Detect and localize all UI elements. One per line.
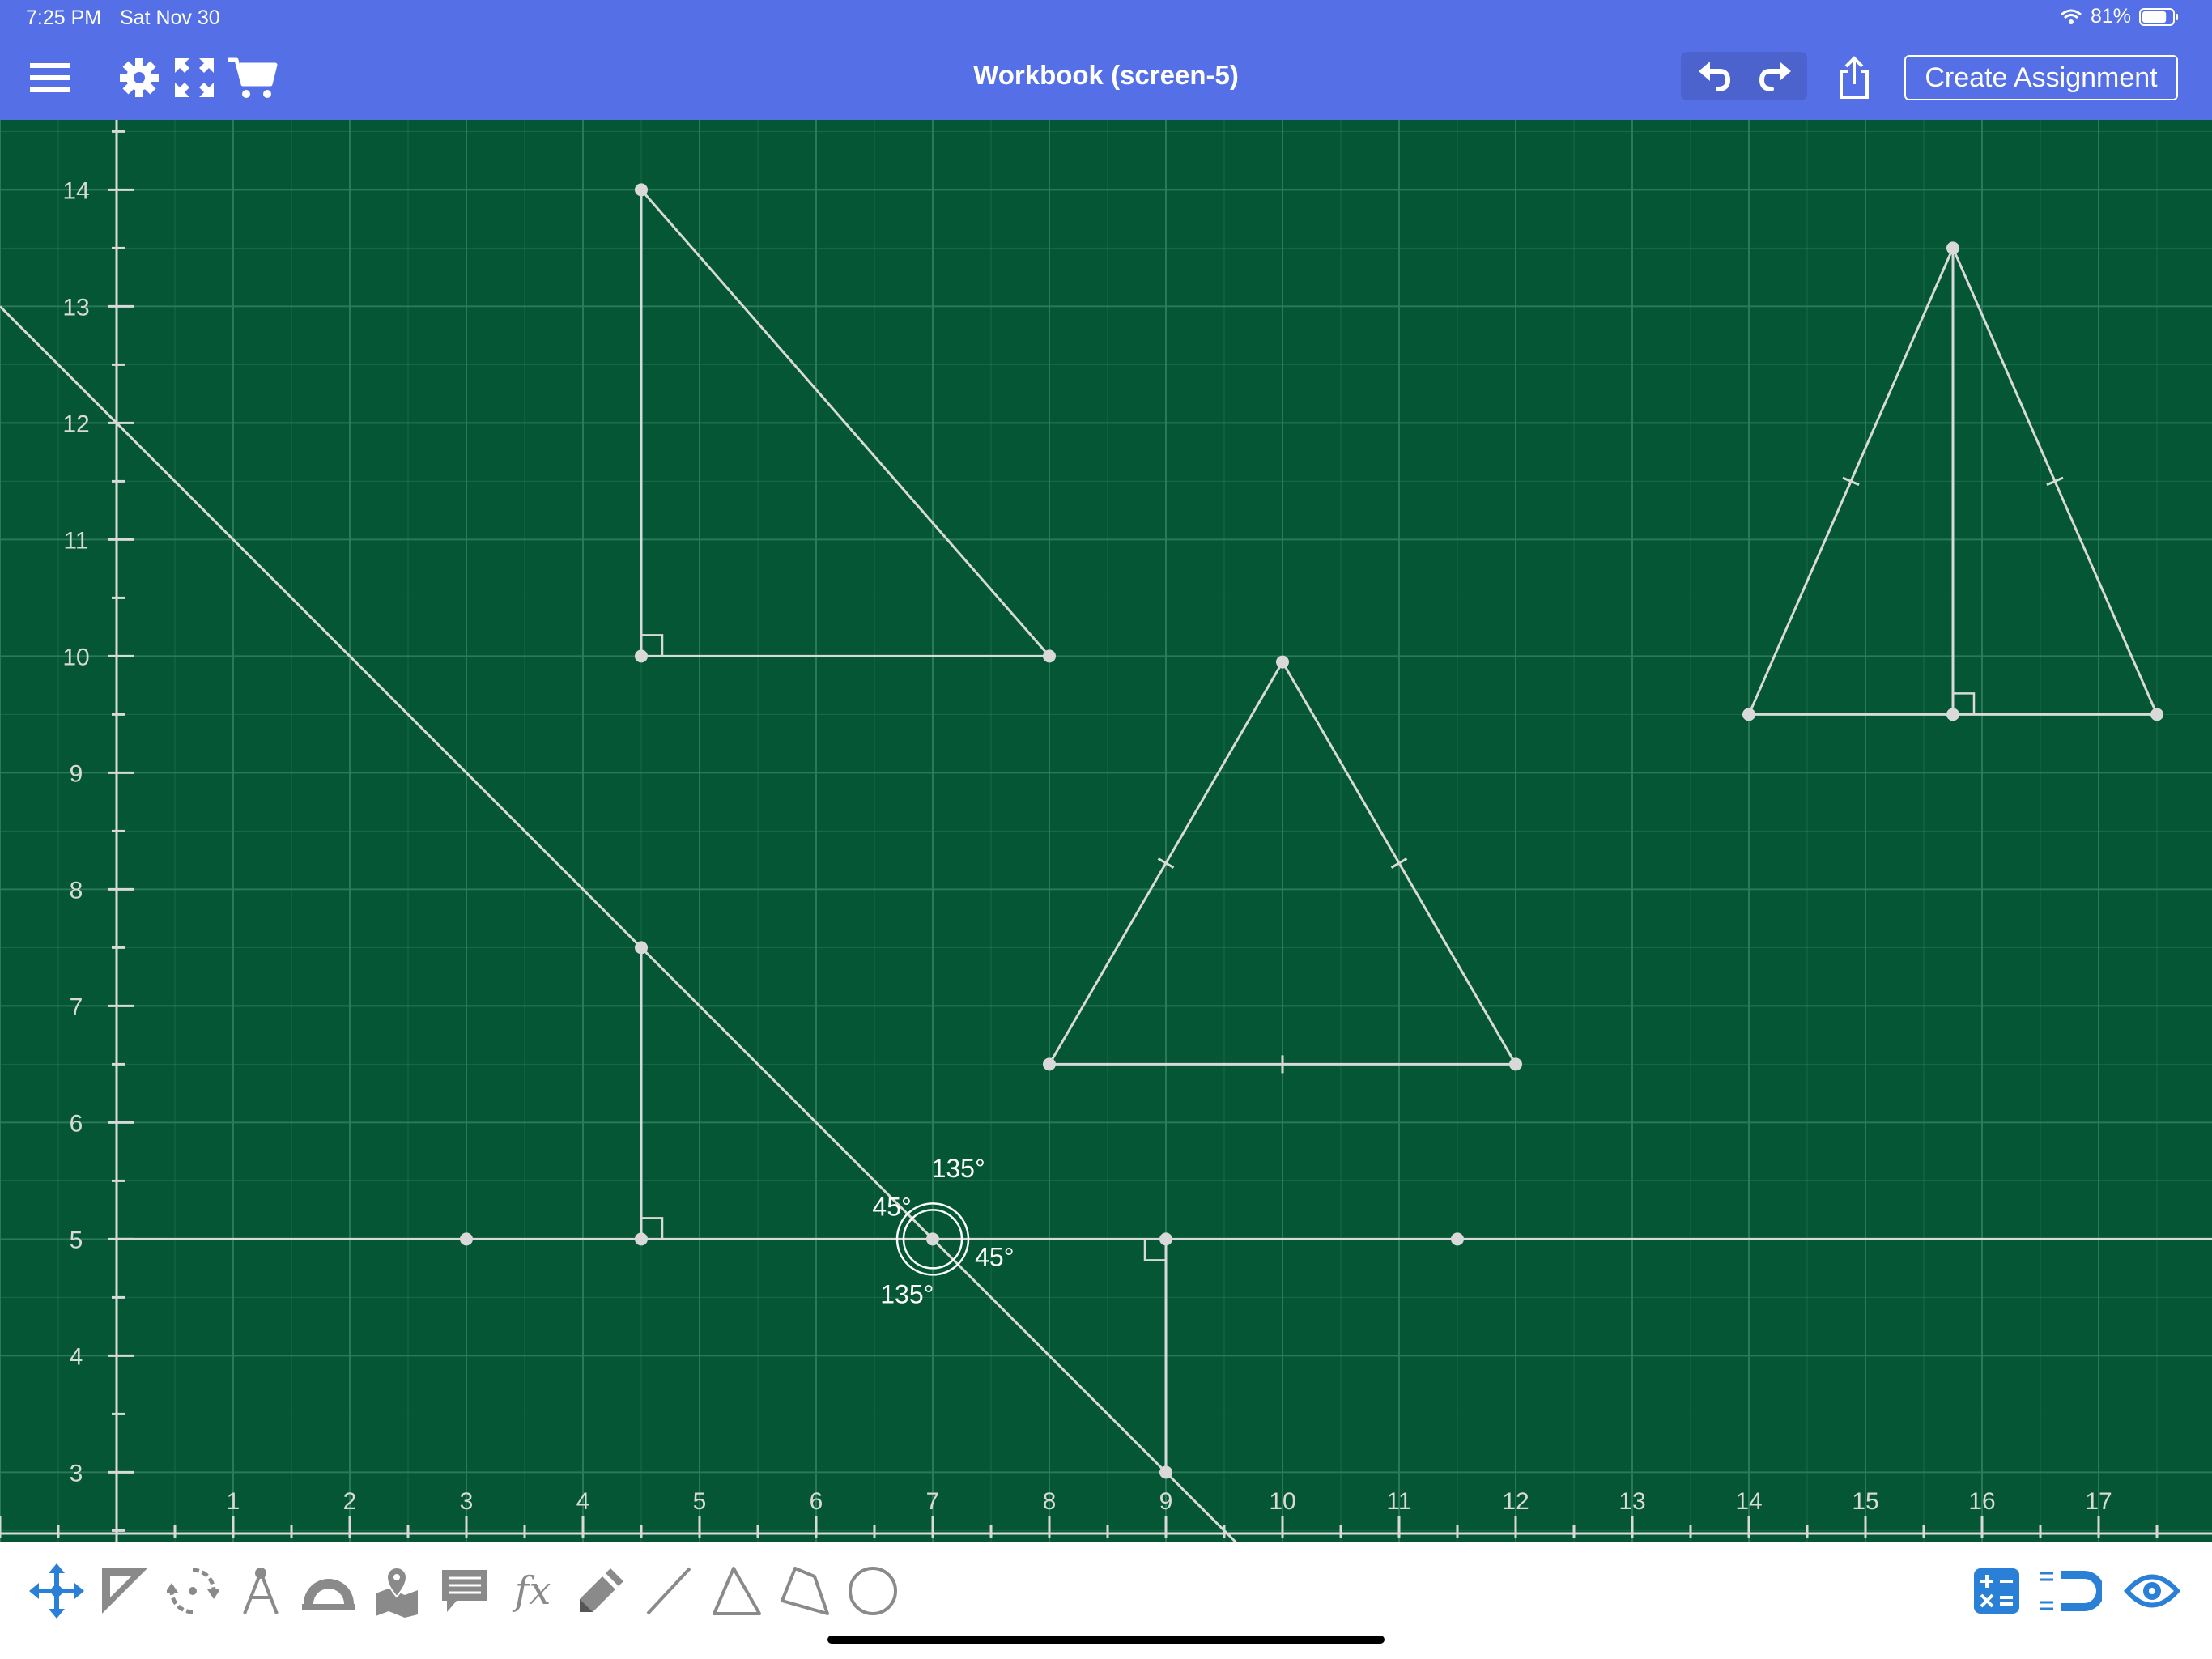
x-tick-label: 4 <box>576 1488 590 1515</box>
x-tick-label: 14 <box>1735 1488 1762 1515</box>
figures[interactable] <box>0 183 2212 1542</box>
triangle-vertex-point[interactable] <box>635 649 648 663</box>
circle-icon[interactable] <box>840 1559 905 1623</box>
calculator-icon[interactable] <box>1964 1559 2029 1623</box>
x-tick-label: 1 <box>227 1488 240 1515</box>
undo-icon[interactable] <box>1689 50 1741 102</box>
y-tick-label: 3 <box>70 1460 83 1487</box>
x-tick-label: 16 <box>1968 1488 1995 1515</box>
pencil-icon[interactable] <box>568 1559 633 1623</box>
y-tick-label: 6 <box>70 1110 83 1137</box>
triangle-vertex-point[interactable] <box>1509 1057 1522 1071</box>
y-tick-label: 7 <box>70 993 83 1020</box>
triangle-vertex-point[interactable] <box>635 183 648 197</box>
triangle-vertex-point[interactable] <box>1043 649 1056 663</box>
share-icon[interactable] <box>1828 52 1880 104</box>
x-tick-label: 7 <box>926 1488 940 1515</box>
angle-measure-label: 45° <box>872 1193 911 1222</box>
status-right: 81% <box>2060 5 2180 28</box>
point-11.5-5[interactable] <box>1451 1232 1464 1246</box>
y-tick-label: 11 <box>63 527 88 554</box>
status-time: 7:25 PM <box>26 6 102 29</box>
battery-icon <box>2139 7 2178 26</box>
comment-icon[interactable] <box>432 1559 497 1623</box>
angle-measure-label: 135° <box>880 1280 934 1309</box>
y-tick-label: 12 <box>62 410 89 437</box>
battery-percent: 81% <box>2090 5 2131 28</box>
eye-visibility-icon[interactable] <box>2120 1559 2184 1623</box>
point-4.5-5[interactable] <box>635 1232 648 1246</box>
function-label: fx <box>514 1568 551 1614</box>
triangle-vertex-point[interactable] <box>1043 1057 1056 1071</box>
y-tick-label: 10 <box>62 644 89 670</box>
home-indicator <box>827 1636 1385 1644</box>
angle-measure-label: 45° <box>975 1243 1014 1272</box>
point-9-3[interactable] <box>1159 1465 1172 1479</box>
altitude-foot-point[interactable] <box>1946 708 1959 721</box>
point-3-5[interactable] <box>460 1232 473 1246</box>
point-4.5-7.5[interactable] <box>635 941 648 955</box>
triangle-vertex-point[interactable] <box>1946 241 1959 255</box>
map-pin-icon[interactable] <box>364 1559 429 1623</box>
x-tick-label: 3 <box>460 1488 474 1515</box>
grid <box>0 120 2212 1542</box>
status-bar: 7:25 PM Sat Nov 30 81% <box>0 0 2212 36</box>
geometry-canvas[interactable]: 1 2 3 4 5 6 7 8 9 10 11 12 13 14 15 16 17 3 4 5 6 7 8 9 10 11 12 13… <box>0 120 2212 1542</box>
create-assignment-button[interactable]: Create Assignment <box>1904 55 2178 100</box>
rotate-icon[interactable] <box>160 1559 225 1623</box>
page-title: Workbook (screen-5) <box>973 60 1239 90</box>
compass-icon[interactable] <box>228 1559 293 1623</box>
magnet-snap-icon[interactable] <box>2037 1559 2102 1623</box>
x-tick-label: 17 <box>2085 1488 2112 1515</box>
gear-icon[interactable] <box>113 52 165 104</box>
function-icon[interactable]: fx <box>500 1559 565 1623</box>
line-icon[interactable] <box>636 1559 701 1623</box>
labels: 1 2 3 4 5 6 7 8 9 10 11 12 13 14 15 16 17345678910111213… <box>62 177 2112 1515</box>
y-tick-label: 8 <box>70 877 83 904</box>
triangle-vertex-point[interactable] <box>1742 708 1755 721</box>
x-tick-label: 6 <box>810 1488 823 1515</box>
hamburger-menu-icon[interactable] <box>24 52 76 104</box>
x-tick-label: 10 <box>1269 1488 1295 1515</box>
y-tick-label: 14 <box>62 177 89 204</box>
expand-icon[interactable] <box>168 52 220 104</box>
point-7-5[interactable] <box>926 1232 939 1246</box>
y-tick-label: 4 <box>70 1343 83 1370</box>
x-tick-label: 13 <box>1619 1488 1645 1515</box>
wifi-icon <box>2060 9 2082 24</box>
triangle-vertex-point[interactable] <box>1276 655 1289 669</box>
status-date: Sat Nov 30 <box>120 6 220 29</box>
x-tick-label: 5 <box>693 1488 707 1515</box>
triangle-vertex-point[interactable] <box>2150 708 2163 721</box>
shopping-cart-icon[interactable] <box>227 52 279 104</box>
redo-icon[interactable] <box>1749 50 1801 102</box>
y-tick-label: 13 <box>62 294 89 321</box>
undo-redo-group <box>1681 52 1807 100</box>
x-tick-label: 2 <box>343 1488 357 1515</box>
geometry-board[interactable]: 1 2 3 4 5 6 7 8 9 10 11 12 13 14 15 16 17345678910111213… <box>0 120 2212 1542</box>
x-tick-label: 8 <box>1043 1488 1057 1515</box>
x-tick-label: 9 <box>1159 1488 1173 1515</box>
move-tool-icon[interactable] <box>24 1559 89 1623</box>
point-9-5[interactable] <box>1159 1232 1172 1246</box>
x-tick-label: 15 <box>1852 1488 1878 1515</box>
x-tick-label: 11 <box>1386 1488 1411 1515</box>
y-tick-label: 9 <box>70 760 83 787</box>
y-tick-label: 5 <box>70 1227 83 1253</box>
protractor-icon[interactable] <box>296 1559 361 1623</box>
set-square-icon[interactable] <box>92 1559 157 1623</box>
triangle-icon[interactable] <box>704 1559 769 1623</box>
quadrilateral-icon[interactable] <box>772 1559 837 1623</box>
nav-bar: Workbook (screen-5) Create Assignment <box>0 36 2212 120</box>
angle-measure-label: 135° <box>932 1154 985 1183</box>
x-tick-label: 12 <box>1502 1488 1529 1515</box>
